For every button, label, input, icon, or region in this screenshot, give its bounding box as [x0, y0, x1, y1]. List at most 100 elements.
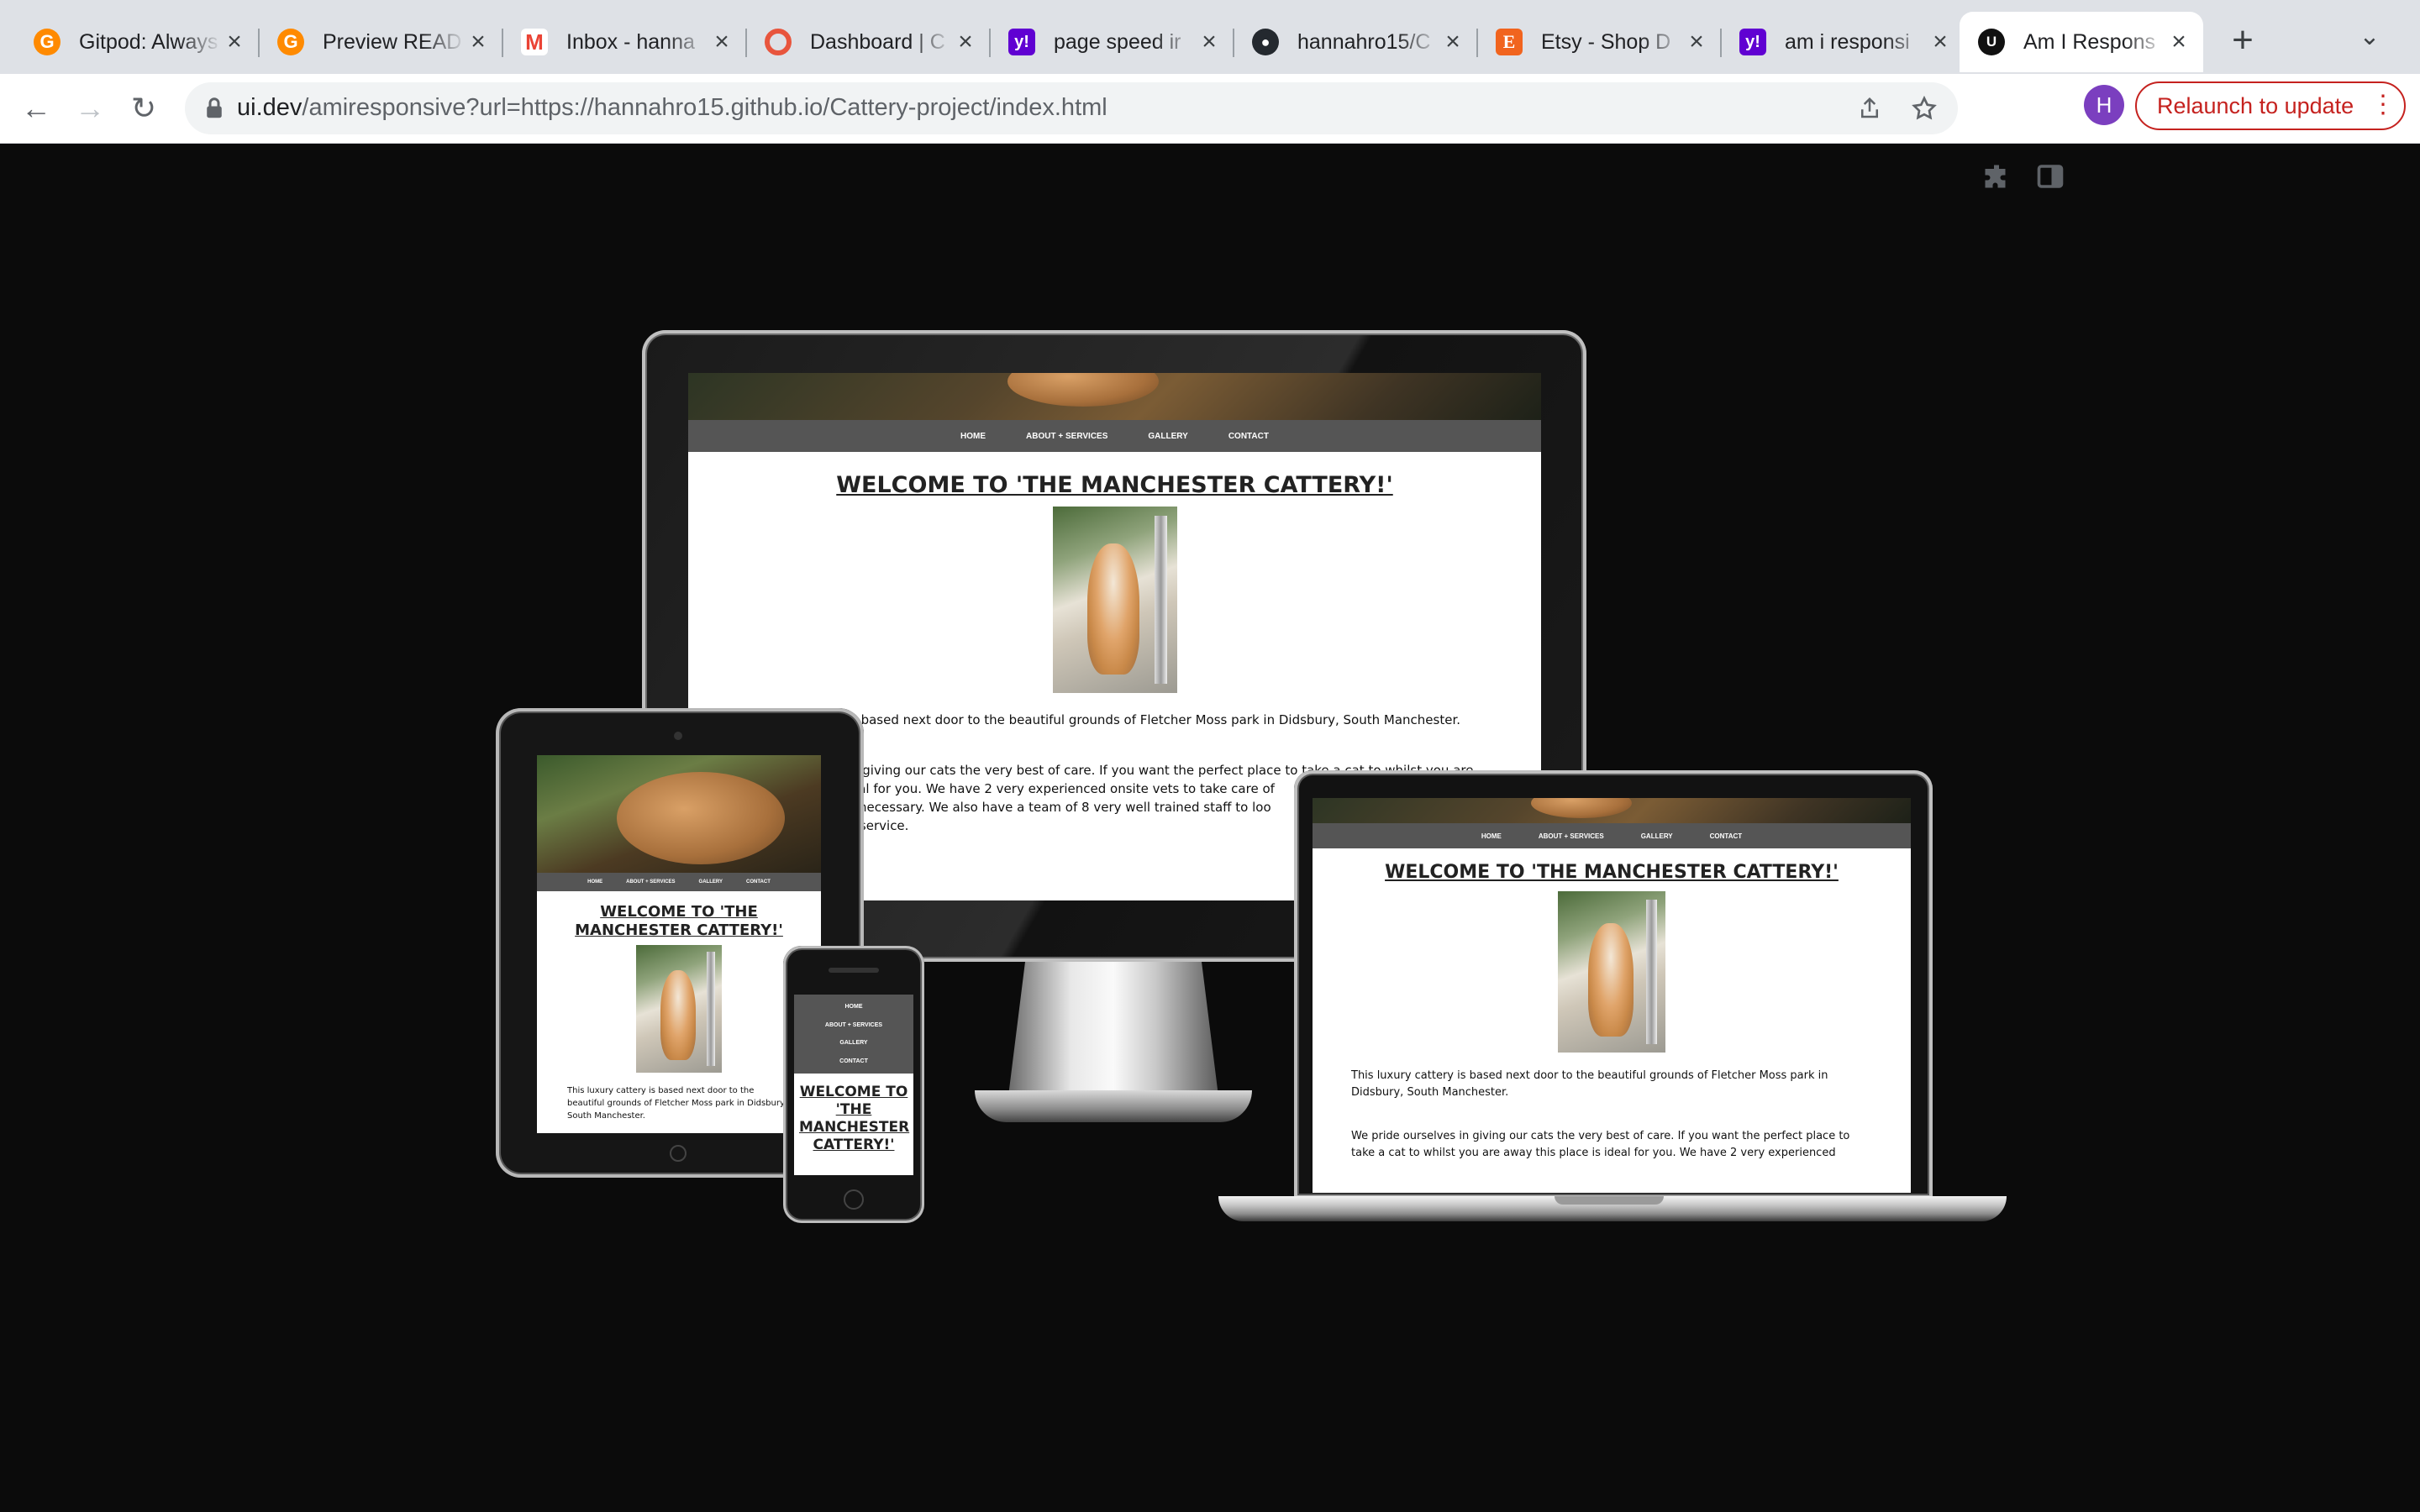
tab-title: Dashboard | C — [810, 29, 945, 54]
nav-about-services[interactable]: ABOUT + SERVICES — [626, 879, 675, 885]
cat-photo — [1052, 507, 1177, 693]
new-tab-button[interactable]: + — [2223, 22, 2263, 62]
hero-image — [1313, 798, 1911, 823]
share-icon[interactable] — [1857, 96, 1882, 121]
laptop-notch — [1555, 1196, 1664, 1205]
tab-am-i-responsive-search[interactable]: y! am i responsi × — [1721, 12, 1965, 72]
close-icon[interactable]: × — [466, 29, 491, 55]
nav-about-services[interactable]: ABOUT + SERVICES — [825, 1022, 882, 1028]
laptop-screen: HOME ABOUT + SERVICES GALLERY CONTACT WE… — [1313, 798, 1911, 1193]
tab-am-i-responsive[interactable]: U Am I Respons × — [1960, 12, 2203, 72]
back-arrow-icon[interactable]: ← — [15, 87, 57, 129]
tab-etsy[interactable]: E Etsy - Shop D × — [1477, 12, 1722, 72]
close-icon[interactable]: × — [1197, 29, 1222, 55]
extensions-puzzle-icon[interactable] — [1981, 161, 2012, 192]
more-menu-icon[interactable]: ⋮ — [2370, 90, 2396, 119]
tab-dashboard[interactable]: Dashboard | C × — [746, 12, 991, 72]
nav-about-services[interactable]: ABOUT + SERVICES — [1539, 832, 1604, 840]
cat-photo — [636, 945, 722, 1073]
welcome-heading: WELCOME TO 'THE MANCHESTER CATTERY!' — [799, 1084, 910, 1153]
side-panel-icon[interactable] — [2035, 161, 2065, 192]
welcome-heading: WELCOME TO 'THE MANCHESTER CATTERY!' — [1385, 862, 1839, 883]
intro-paragraph: s based next door to the beautiful groun… — [850, 712, 1460, 727]
nav-home[interactable]: HOME — [587, 879, 602, 885]
welcome-heading: WELCOME TO 'THE MANCHESTER CATTERY!' — [836, 472, 1393, 498]
monitor-base — [975, 1090, 1252, 1122]
tab-title: page speed ir — [1054, 29, 1181, 54]
phone-screen: HOME ABOUT + SERVICES GALLERY CONTACT WE… — [794, 995, 913, 1175]
address-bar[interactable]: ui.dev/amiresponsive?url=https://hannahr… — [185, 82, 1958, 134]
reload-icon[interactable]: ↻ — [123, 87, 165, 129]
dashboard-icon — [765, 29, 792, 55]
tab-strip: G Gitpod: Always × G Preview READ × M In… — [0, 0, 2420, 74]
tablet-home-button — [670, 1145, 687, 1162]
nav-contact[interactable]: CONTACT — [1228, 432, 1269, 441]
browser-toolbar: ← → ↻ ui.dev/amiresponsive?url=https://h… — [0, 74, 2420, 188]
intro-paragraph: This luxury cattery is based next door t… — [1351, 1069, 1828, 1099]
tab-title: Gitpod: Always — [79, 29, 218, 54]
yahoo-icon: y! — [1739, 29, 1766, 55]
nav-gallery[interactable]: GALLERY — [699, 879, 723, 885]
hero-image — [537, 755, 821, 873]
tablet-screen: HOME ABOUT + SERVICES GALLERY CONTACT WE… — [537, 755, 821, 1133]
tab-github[interactable]: ● hannahro15/C × — [1234, 12, 1478, 72]
etsy-icon: E — [1496, 29, 1523, 55]
site-nav: HOME ABOUT + SERVICES GALLERY CONTACT — [794, 995, 913, 1074]
tab-title: Etsy - Shop D — [1541, 29, 1671, 54]
close-icon[interactable]: × — [953, 29, 978, 55]
welcome-heading: WELCOME TO 'THE MANCHESTER CATTERY!' — [575, 903, 783, 939]
close-icon[interactable]: × — [1440, 29, 1465, 55]
bookmark-star-icon[interactable] — [1911, 95, 1938, 122]
nav-gallery[interactable]: GALLERY — [1641, 832, 1673, 840]
tab-gmail[interactable]: M Inbox - hanna × — [502, 12, 747, 72]
hero-image — [688, 373, 1541, 420]
tab-search-chevron-icon[interactable]: ⌄ — [2353, 22, 2386, 62]
phone-mockup: HOME ABOUT + SERVICES GALLERY CONTACT WE… — [783, 946, 924, 1223]
laptop-mockup: HOME ABOUT + SERVICES GALLERY CONTACT WE… — [1294, 770, 1933, 1199]
tab-title: Am I Respons — [2023, 29, 2156, 54]
close-icon[interactable]: × — [1928, 29, 1953, 55]
gitpod-icon: G — [34, 29, 60, 55]
cat-photo — [1558, 891, 1665, 1053]
relaunch-label: Relaunch to update — [2157, 92, 2354, 118]
tab-title: Inbox - hanna — [566, 29, 695, 54]
close-icon[interactable]: × — [709, 29, 734, 55]
site-nav: HOME ABOUT + SERVICES GALLERY CONTACT — [1313, 823, 1911, 848]
nav-gallery[interactable]: GALLERY — [1148, 432, 1187, 441]
lock-icon[interactable] — [202, 96, 227, 121]
uidev-icon: U — [1978, 29, 2005, 55]
phone-home-button — [844, 1189, 864, 1210]
tab-title: Preview READ — [323, 29, 462, 54]
nav-contact[interactable]: CONTACT — [1710, 832, 1743, 840]
phone-speaker — [829, 968, 879, 973]
nav-gallery[interactable]: GALLERY — [839, 1040, 867, 1046]
url-text[interactable]: ui.dev/amiresponsive?url=https://hannahr… — [237, 94, 1107, 122]
nav-home[interactable]: HOME — [960, 432, 986, 441]
github-icon: ● — [1252, 29, 1279, 55]
close-icon[interactable]: × — [1684, 29, 1709, 55]
tablet-camera — [674, 732, 682, 740]
nav-contact[interactable]: CONTACT — [839, 1058, 868, 1064]
site-nav: HOME ABOUT + SERVICES GALLERY CONTACT — [537, 873, 821, 891]
nav-home[interactable]: HOME — [845, 1004, 863, 1010]
intro-paragraph: This luxury cattery is based next door t… — [567, 1086, 788, 1121]
nav-contact[interactable]: CONTACT — [746, 879, 771, 885]
tab-title: hannahro15/C — [1297, 29, 1431, 54]
nav-about-services[interactable]: ABOUT + SERVICES — [1026, 432, 1107, 441]
yahoo-icon: y! — [1008, 29, 1035, 55]
tab-page-speed[interactable]: y! page speed ir × — [990, 12, 1234, 72]
tab-title: am i responsi — [1785, 29, 1910, 54]
care-paragraph: We pride ourselves in giving our cats th… — [1351, 1130, 1850, 1159]
close-icon[interactable]: × — [222, 29, 247, 55]
nav-home[interactable]: HOME — [1481, 832, 1502, 840]
close-icon[interactable]: × — [2166, 29, 2191, 55]
gmail-icon: M — [521, 29, 548, 55]
profile-avatar[interactable]: H — [2084, 85, 2124, 125]
gitpod-icon: G — [277, 29, 304, 55]
forward-arrow-icon[interactable]: → — [69, 87, 111, 129]
site-nav: HOME ABOUT + SERVICES GALLERY CONTACT — [688, 420, 1541, 452]
monitor-stand — [1008, 962, 1218, 1096]
tab-preview-readme[interactable]: G Preview READ × — [259, 12, 503, 72]
relaunch-to-update-button[interactable]: Relaunch to update ⋮ — [2135, 81, 2406, 130]
tab-gitpod[interactable]: G Gitpod: Always × — [15, 12, 260, 72]
